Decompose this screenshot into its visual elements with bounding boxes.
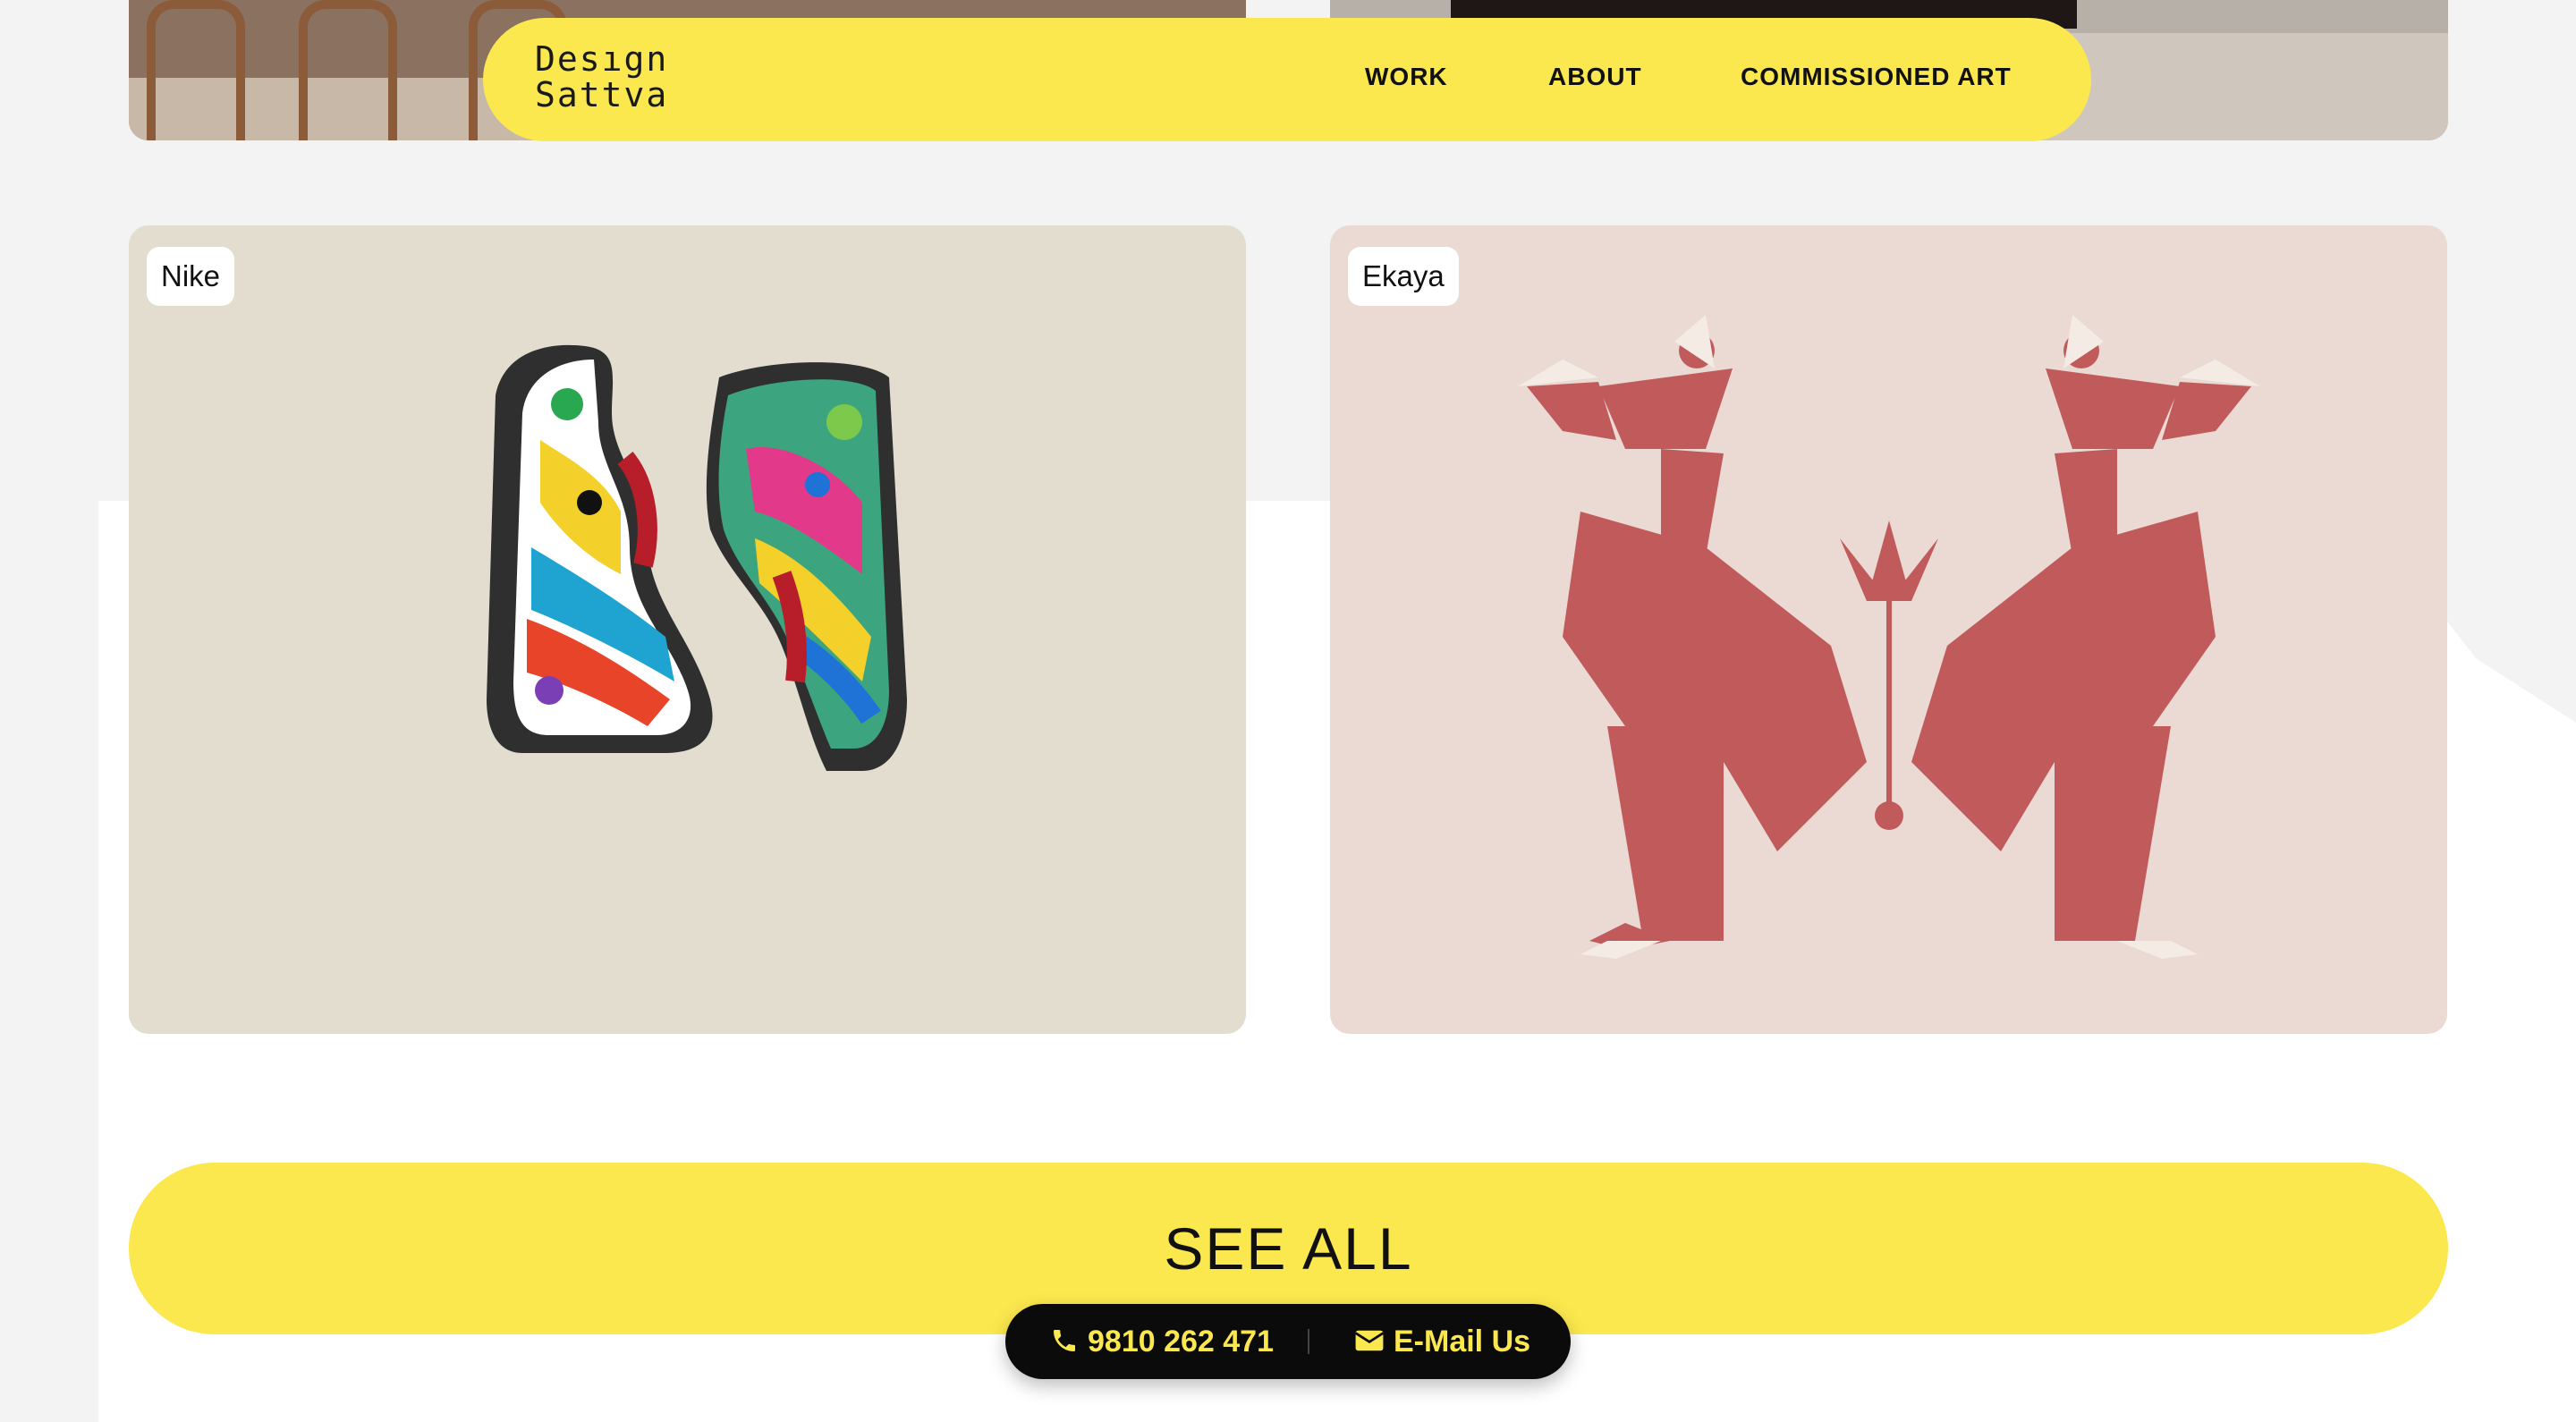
envelope-icon	[1354, 1330, 1385, 1351]
phone-link[interactable]: 9810 262 471	[1050, 1304, 1274, 1379]
phone-icon	[1054, 1330, 1075, 1352]
nav-work[interactable]: WORK	[1365, 63, 1448, 91]
chair-decor	[299, 0, 397, 140]
chair-decor	[147, 0, 245, 140]
navbar: Desıgn Sattva WORK ABOUT COMMISSIONED AR…	[483, 18, 2091, 141]
contact-divider	[1308, 1329, 1309, 1354]
ekaya-dancers-illustration	[1518, 315, 2260, 959]
project-label: Nike	[147, 247, 235, 306]
logo-line-1: Desıgn	[535, 39, 669, 79]
project-label: Ekaya	[1348, 247, 1459, 306]
email-link[interactable]: E-Mail Us	[1354, 1304, 1530, 1379]
site-logo[interactable]: Desıgn Sattva	[535, 41, 687, 120]
project-card-ekaya[interactable]: Ekaya	[1330, 225, 2447, 1034]
logo-line-2: Sattva	[535, 75, 669, 114]
nav-commissioned-art[interactable]: COMMISSIONED ART	[1741, 63, 2012, 91]
phone-number: 9810 262 471	[1088, 1325, 1274, 1359]
project-card-nike[interactable]: Nike	[129, 225, 1246, 1034]
email-label: E-Mail Us	[1394, 1325, 1531, 1359]
nike-shoes-image	[487, 344, 907, 771]
nav-about[interactable]: ABOUT	[1548, 63, 1642, 91]
contact-bar: 9810 262 471 E-Mail Us	[1005, 1304, 1571, 1379]
